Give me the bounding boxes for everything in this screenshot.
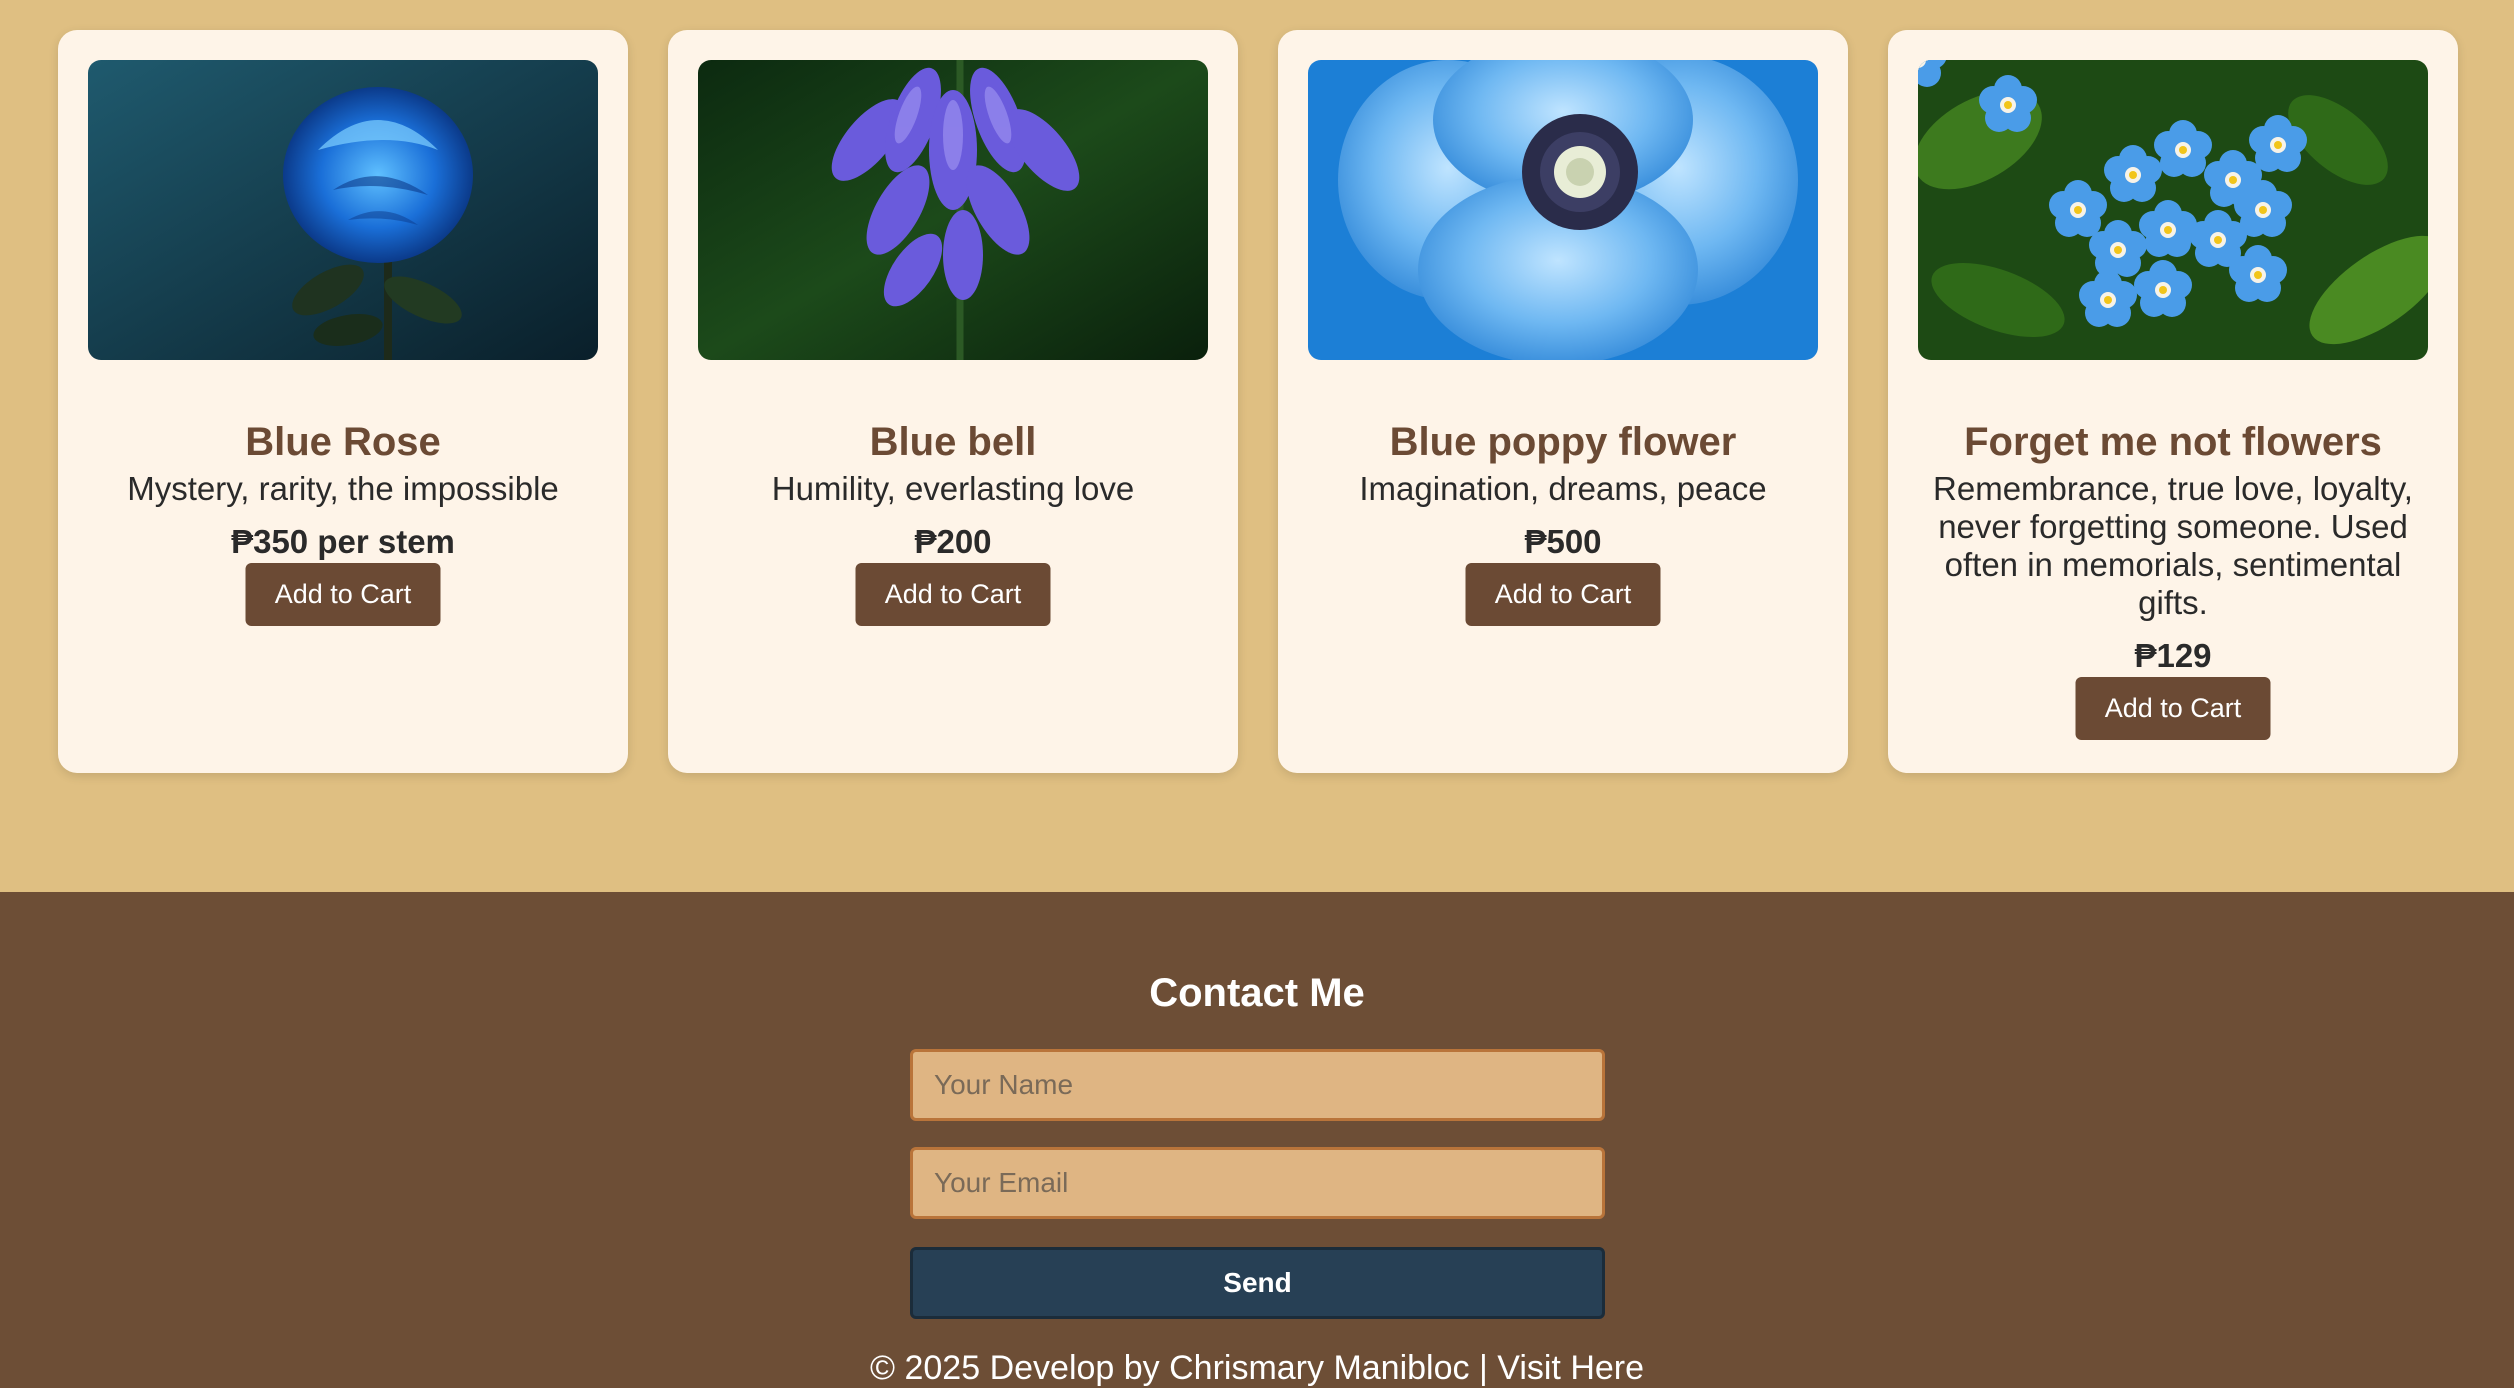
product-price: ₱500 (1524, 523, 1602, 560)
product-title: Blue poppy flower (1389, 420, 1737, 464)
add-to-cart-button[interactable]: Add to Cart (1465, 563, 1661, 626)
forget-me-not-image (1918, 60, 2428, 360)
product-price: ₱129 (2134, 637, 2212, 674)
product-card-blue-bell: Blue bell Humility, everlasting love ₱20… (668, 30, 1238, 773)
product-card-blue-poppy: Blue poppy flower Imagination, dreams, p… (1278, 30, 1848, 773)
product-price: ₱200 (914, 523, 992, 560)
name-input[interactable]: Your Name (910, 1049, 1605, 1121)
product-card-blue-rose: Blue Rose Mystery, rarity, the impossibl… (58, 30, 628, 773)
product-description: Humility, everlasting love (771, 470, 1135, 507)
product-title: Blue Rose (245, 420, 441, 464)
email-input[interactable]: Your Email (910, 1147, 1605, 1219)
visit-here-link[interactable]: Visit Here (1497, 1349, 1644, 1387)
product-price: ₱350 per stem (231, 523, 455, 560)
blue-rose-image (88, 60, 598, 360)
product-section: Blue Rose Mystery, rarity, the impossibl… (0, 0, 2514, 892)
product-description: Remembrance, true love, loyalty, never f… (1933, 470, 2413, 621)
add-to-cart-button[interactable]: Add to Cart (855, 563, 1051, 626)
product-title: Blue bell (869, 420, 1037, 464)
bluebell-image (698, 60, 1208, 360)
blue-poppy-image (1308, 60, 1818, 360)
contact-footer: Contact Me Your Name Your Email Send © 2… (0, 892, 2514, 1388)
product-description: Mystery, rarity, the impossible (127, 470, 559, 507)
product-card-forget-me-not: Forget me not flowers Remembrance, true … (1888, 30, 2458, 773)
contact-title: Contact Me (1149, 971, 1365, 1015)
product-description: Imagination, dreams, peace (1359, 470, 1767, 507)
send-button[interactable]: Send (910, 1247, 1605, 1319)
product-title: Forget me not flowers (1964, 420, 2382, 464)
copyright-text: © 2025 Develop by Chrismary Manibloc | V… (0, 1348, 2514, 1388)
copyright-label: © 2025 Develop by Chrismary Manibloc | (869, 1349, 1498, 1387)
add-to-cart-button[interactable]: Add to Cart (2075, 677, 2271, 740)
add-to-cart-button[interactable]: Add to Cart (245, 563, 441, 626)
